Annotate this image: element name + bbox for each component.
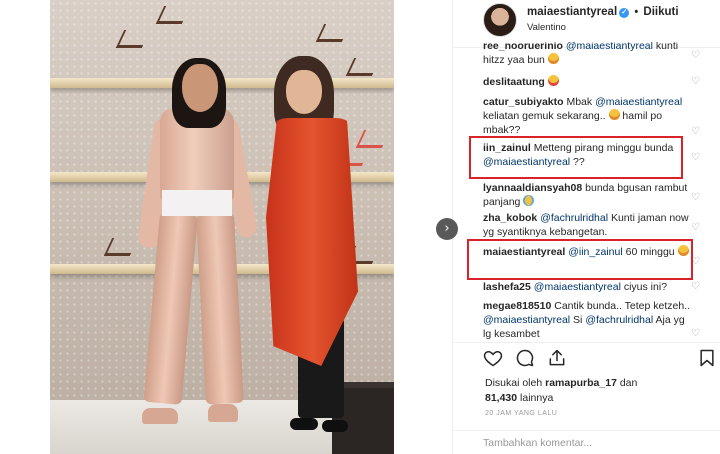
like-comment-heart-icon[interactable]: ♡ [691, 328, 703, 340]
highlight-box [467, 239, 693, 280]
comment-mention[interactable]: @fachrulridhal [540, 212, 608, 224]
location-link[interactable]: Valentino [527, 22, 566, 33]
comment-mention[interactable]: @maiaestiantyreal [483, 314, 570, 326]
comment-username[interactable]: catur_subiyakto [483, 96, 564, 108]
comment-username[interactable]: lyannaaldiansyah08 [483, 182, 582, 194]
liker-username[interactable]: ramapurba_17 [545, 377, 617, 389]
like-comment-heart-icon[interactable]: ♡ [691, 126, 703, 138]
like-comment-heart-icon[interactable]: ♡ [691, 152, 703, 164]
crying-emoji-icon [523, 195, 535, 206]
header-user-line: maiaestiantyreal ✓ • Diikuti [527, 6, 679, 18]
comment-mention[interactable]: @maiaestiantyreal [534, 281, 621, 293]
comment-item: lashefa25 @maiaestiantyreal ciyus ini? [483, 280, 695, 294]
person-left-shoe [208, 404, 238, 422]
comment-item: deslitaatung [483, 75, 695, 89]
highlight-box [469, 136, 683, 179]
post-timestamp[interactable]: 20 JAM YANG LALU [485, 410, 557, 417]
username-link[interactable]: maiaestiantyreal [527, 6, 617, 18]
comment-item: zha_kobok @fachrulridhal Kunti jaman now… [483, 211, 695, 239]
bookmark-icon[interactable] [697, 348, 717, 368]
comment-username[interactable]: deslitaatung [483, 76, 545, 88]
comment-mention[interactable]: @maiaestiantyreal [566, 42, 653, 52]
comment-item: catur_subiyakto Mbak @maiaestiantyreal k… [483, 95, 695, 137]
share-icon[interactable] [547, 348, 567, 368]
following-button[interactable]: Diikuti [643, 6, 678, 18]
person-right-shoe [290, 418, 318, 430]
comment-username[interactable]: megae818510 [483, 300, 551, 312]
like-comment-heart-icon[interactable]: ♡ [691, 192, 703, 204]
like-comment-heart-icon[interactable]: ♡ [691, 222, 703, 234]
comment-item: lyannaaldiansyah08 bunda bgusan rambut p… [483, 181, 695, 209]
like-comment-heart-icon[interactable]: ♡ [691, 281, 703, 293]
like-heart-icon[interactable] [483, 348, 503, 368]
next-photo-arrow-icon[interactable]: › [436, 218, 458, 240]
person-left-waistband [162, 190, 232, 216]
person-left-shoe [142, 408, 178, 424]
add-comment-input[interactable] [483, 437, 703, 449]
comment-text: ciyus ini? [623, 281, 668, 293]
likes-and: dan [619, 377, 638, 389]
comment-username[interactable]: lashefa25 [483, 281, 531, 293]
post-header: maiaestiantyreal ✓ • Diikuti Valentino [453, 0, 720, 48]
comment-bubble-icon[interactable] [515, 348, 535, 368]
person-right-shoe [322, 420, 348, 432]
post-photo-panel [0, 0, 452, 454]
like-comment-heart-icon[interactable]: ♡ [691, 50, 703, 62]
comment-text: Mbak [566, 96, 593, 108]
comment-text: Cantik bunda.. Tetep ketzeh.. [554, 300, 691, 312]
comment-item: megae818510 Cantik bunda.. Tetep ketzeh.… [483, 299, 695, 341]
separator-dot: • [634, 6, 639, 18]
laughing-emoji-icon [547, 53, 559, 64]
avatar[interactable] [483, 3, 517, 37]
likes-suffix[interactable]: lainnya [520, 392, 553, 404]
comment-text: keliatan gemuk sekarang.. [483, 110, 606, 122]
add-comment-bar [453, 430, 720, 454]
comments-list[interactable]: ree_nooruerinio @maiaestiantyreal kunti … [453, 42, 720, 342]
person-left-face [182, 64, 218, 112]
heart-eyes-emoji-icon [547, 75, 559, 86]
likes-prefix: Disukai oleh [485, 377, 543, 389]
like-comment-heart-icon[interactable]: ♡ [691, 76, 703, 88]
likes-count[interactable]: 81,430 [485, 392, 517, 404]
comment-item: ree_nooruerinio @maiaestiantyreal kunti … [483, 42, 695, 67]
comment-mention[interactable]: @fachrulridhal [585, 314, 653, 326]
post-side-panel: maiaestiantyreal ✓ • Diikuti Valentino re… [452, 0, 720, 454]
post-photo[interactable] [50, 0, 394, 454]
post-actions-bar [453, 342, 720, 372]
comment-mention[interactable]: @maiaestiantyreal [595, 96, 682, 108]
laughing-emoji-icon [608, 109, 620, 120]
person-right-face [286, 70, 322, 114]
comment-text: Si [573, 314, 583, 326]
likes-summary: Disukai oleh ramapurba_17 dan 81,430 lai… [485, 376, 705, 406]
comment-username[interactable]: zha_kobok [483, 212, 537, 224]
comment-username[interactable]: ree_nooruerinio [483, 42, 563, 52]
verified-badge-icon: ✓ [619, 8, 630, 18]
